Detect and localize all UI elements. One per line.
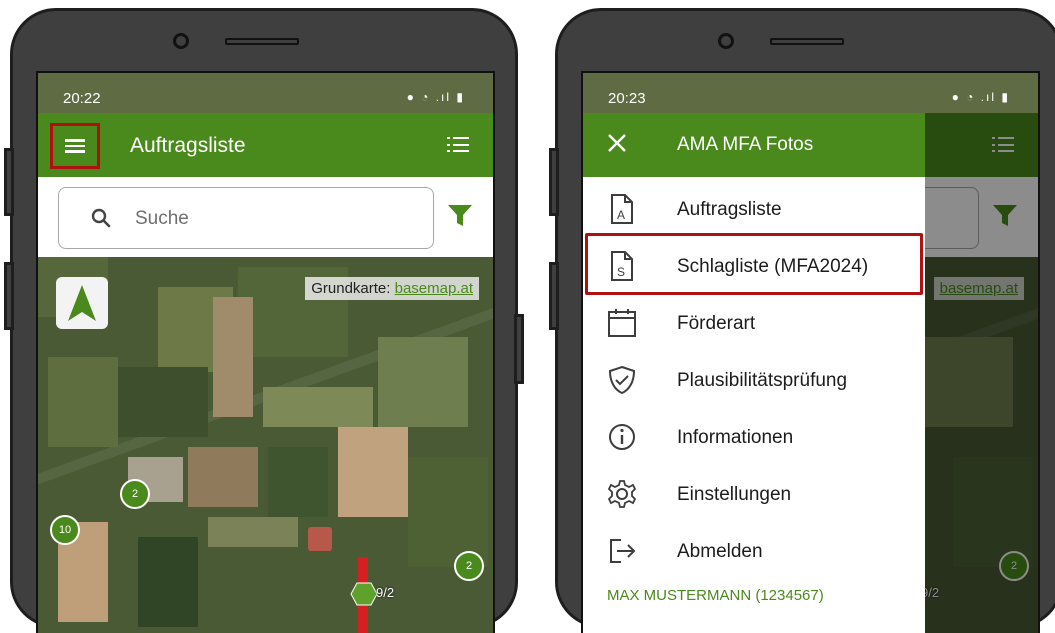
side-button <box>514 314 524 384</box>
menu-item-label: Plausibilitätsprüfung <box>677 370 848 391</box>
map-cluster[interactable]: 10 <box>50 515 80 545</box>
navigation-arrow-icon <box>68 285 96 321</box>
speaker <box>225 38 299 45</box>
shield-check-icon <box>608 365 636 395</box>
speaker <box>770 38 844 45</box>
calendar-icon <box>608 309 636 337</box>
menu-item-einstellungen[interactable]: Einstellungen <box>583 466 925 522</box>
search-input[interactable]: Suche <box>58 187 434 249</box>
camera <box>718 33 734 49</box>
logout-icon <box>610 539 636 563</box>
menu-item-foerderart[interactable]: Förderart <box>583 295 925 351</box>
menu-item-plausibilitaetspruefung[interactable]: Plausibilitätsprüfung <box>583 352 925 408</box>
side-button <box>549 148 559 216</box>
gear-icon <box>607 480 637 508</box>
status-time: 20:23 <box>608 90 646 107</box>
svg-text:A: A <box>617 208 625 222</box>
search-bar: Suche <box>38 177 493 257</box>
navigation-drawer: AMA MFA Fotos A Auftragsliste S Schlagli… <box>583 113 925 633</box>
attribution-prefix: Grundkarte: <box>311 280 395 297</box>
status-time: 20:22 <box>63 90 101 107</box>
satellite-map[interactable]: Grundkarte: basemap.at 2 10 2 9/2 <box>38 257 493 633</box>
status-icons: ● ◔ .ıl ▮ <box>951 90 1010 104</box>
user-name: MAX MUSTERMANN (1234567) <box>607 587 824 604</box>
marker-label: 9/2 <box>376 585 395 600</box>
menu-item-label: Abmelden <box>677 541 763 562</box>
highlight-box <box>585 233 923 295</box>
status-bar: 20:23 ● ◔ .ıl ▮ <box>583 73 1038 113</box>
map-attribution: Grundkarte: basemap.at <box>305 277 479 300</box>
app-title: Auftragsliste <box>130 134 246 157</box>
filter-icon[interactable] <box>447 204 473 228</box>
screen-left: 20:22 ● ◔ .ıl ▮ Auftragsliste Suche Grun… <box>36 71 495 633</box>
close-icon[interactable] <box>607 133 627 153</box>
basemap-link[interactable]: basemap.at <box>395 280 473 297</box>
phone-frame-right: 20:23 ● ◔ .ıl ▮ basemap.at 2 9/2 AMA MFA… <box>555 8 1055 633</box>
menu-item-label: Auftragsliste <box>677 199 782 220</box>
screen-right: 20:23 ● ◔ .ıl ▮ basemap.at 2 9/2 AMA MFA… <box>581 71 1040 633</box>
side-button <box>4 148 14 216</box>
drawer-header: AMA MFA Fotos <box>583 113 925 177</box>
map-cluster[interactable]: 2 <box>120 479 150 509</box>
drawer-title: AMA MFA Fotos <box>677 134 814 155</box>
menu-button[interactable] <box>50 123 100 169</box>
map-cluster[interactable]: 2 <box>454 551 484 581</box>
hamburger-icon <box>65 139 85 153</box>
menu-item-label: Förderart <box>677 313 756 334</box>
list-view-icon[interactable] <box>447 137 469 153</box>
compass-button[interactable] <box>56 277 108 329</box>
menu-item-abmelden[interactable]: Abmelden <box>583 523 925 579</box>
info-icon <box>609 424 635 450</box>
menu-item-auftragsliste[interactable]: A Auftragsliste <box>583 181 925 237</box>
side-button <box>4 262 14 330</box>
phone-frame-left: 20:22 ● ◔ .ıl ▮ Auftragsliste Suche Grun… <box>10 8 518 633</box>
app-bar: Auftragsliste <box>38 113 493 177</box>
menu-item-informationen[interactable]: Informationen <box>583 409 925 465</box>
menu-item-label: Informationen <box>677 427 794 448</box>
search-placeholder: Suche <box>135 208 189 229</box>
document-a-icon: A <box>611 194 633 224</box>
camera <box>173 33 189 49</box>
hexagon-marker-icon[interactable] <box>350 582 378 606</box>
status-icons: ● ◔ .ıl ▮ <box>406 90 465 104</box>
status-bar: 20:22 ● ◔ .ıl ▮ <box>38 73 493 113</box>
search-icon <box>91 208 111 228</box>
side-button <box>549 262 559 330</box>
menu-item-label: Einstellungen <box>677 484 792 505</box>
